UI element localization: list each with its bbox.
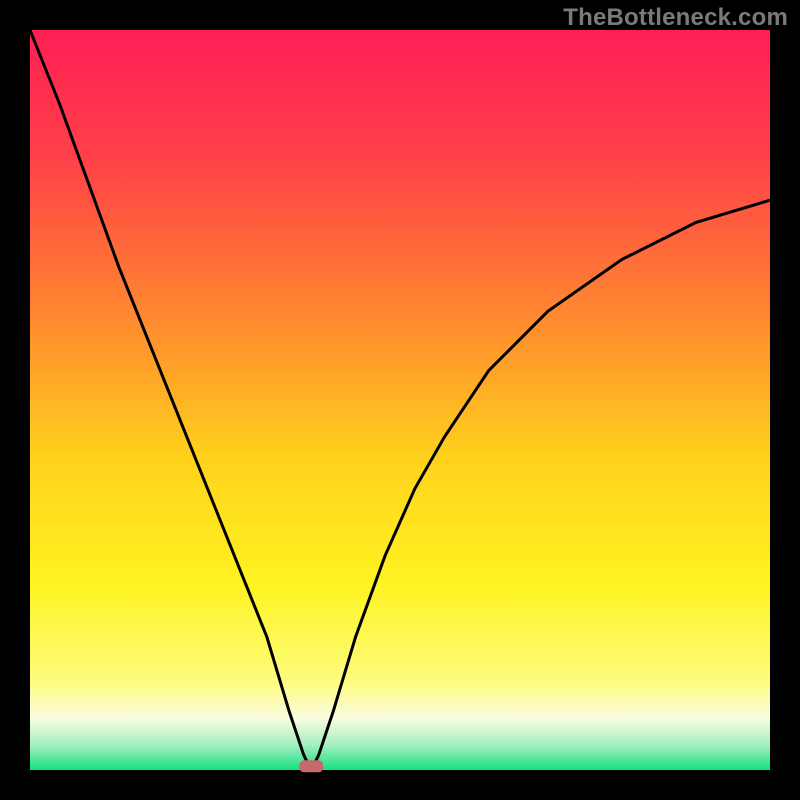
plot-background (30, 30, 770, 770)
chart-frame: TheBottleneck.com (0, 0, 800, 800)
watermark-label: TheBottleneck.com (563, 4, 788, 32)
min-marker (299, 760, 323, 772)
bottleneck-plot (0, 0, 800, 800)
